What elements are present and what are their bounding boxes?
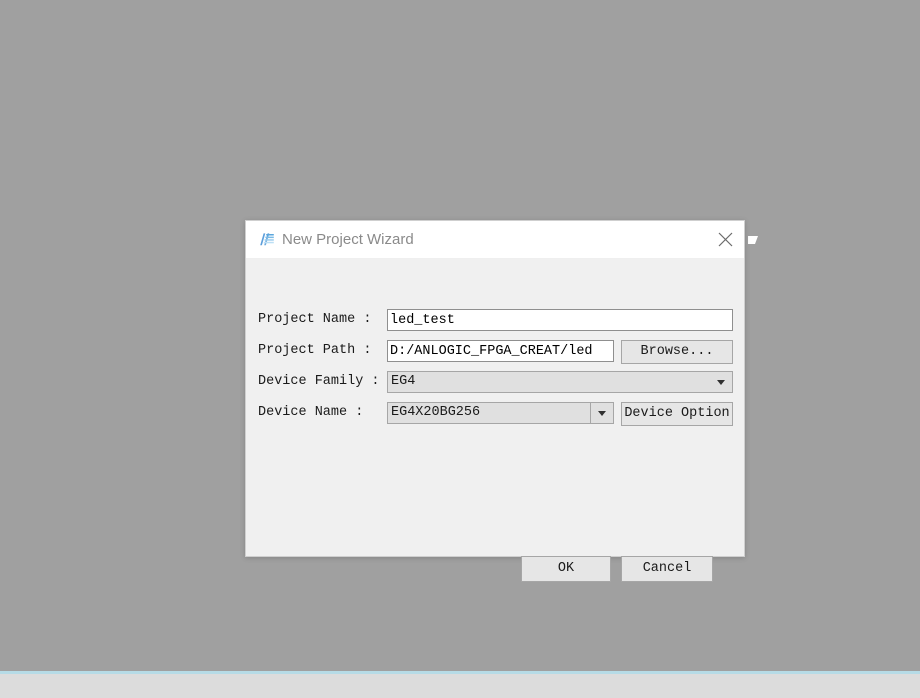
cancel-button[interactable]: Cancel	[621, 556, 713, 582]
project-name-input[interactable]	[387, 309, 733, 331]
device-name-label: Device Name :	[258, 405, 364, 420]
device-name-selected-value: EG4X20BG256	[391, 405, 481, 420]
device-family-selected-value: EG4	[391, 374, 416, 389]
anlogic-logo-icon	[258, 231, 275, 248]
project-path-row: Project Path : Browse...	[246, 340, 746, 364]
dialog-body: Project Name : Project Path : Browse... …	[246, 259, 746, 582]
project-path-label: Project Path :	[258, 343, 372, 358]
close-icon[interactable]	[712, 227, 738, 253]
device-family-row: Device Family : EG4	[246, 371, 746, 393]
device-option-button[interactable]: Device Option	[621, 402, 733, 426]
device-name-select[interactable]: EG4X20BG256	[387, 402, 614, 424]
ok-button[interactable]: OK	[521, 556, 611, 582]
browse-button[interactable]: Browse...	[621, 340, 733, 364]
dialog-titlebar[interactable]: New Project Wizard	[246, 221, 744, 259]
chevron-down-icon[interactable]	[590, 403, 613, 423]
status-bar	[0, 674, 920, 698]
device-family-label: Device Family :	[258, 374, 380, 389]
project-path-input[interactable]	[387, 340, 614, 362]
project-name-label: Project Name :	[258, 312, 372, 327]
device-name-row: Device Name : EG4X20BG256 Device Option	[246, 402, 746, 426]
dialog-title: New Project Wizard	[282, 231, 414, 248]
device-family-select[interactable]: EG4	[387, 371, 733, 393]
chevron-down-icon[interactable]	[710, 372, 732, 392]
project-name-row: Project Name :	[246, 309, 746, 331]
new-project-wizard-dialog: New Project Wizard Project Name : Projec…	[245, 220, 746, 582]
splash-graphic-fragment	[748, 236, 758, 244]
